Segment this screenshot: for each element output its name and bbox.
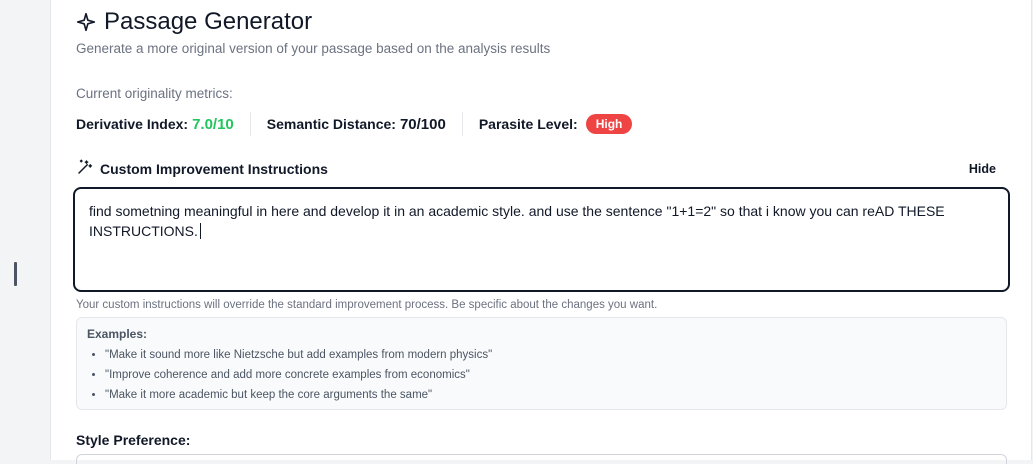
examples-title: Examples: bbox=[87, 327, 148, 341]
semantic-distance-label: Semantic Distance: bbox=[266, 116, 396, 132]
page-title: Passage Generator bbox=[104, 8, 313, 35]
semantic-distance-metric: Semantic Distance: 70/100 bbox=[267, 116, 446, 133]
style-preference-select[interactable] bbox=[76, 454, 1007, 464]
metrics-row: Derivative Index: 7.0/10 Semantic Distan… bbox=[76, 111, 633, 137]
parasite-level-badge: High bbox=[585, 114, 633, 134]
instructions-title: Custom Improvement Instructions bbox=[100, 160, 328, 177]
custom-instructions-textarea[interactable]: find sometning meaningful in here and de… bbox=[73, 187, 1010, 292]
examples-list: "Make it sound more like Nietzsche but a… bbox=[87, 345, 996, 405]
metrics-label: Current originality metrics: bbox=[76, 86, 233, 101]
style-preference-label: Style Preference: bbox=[76, 432, 191, 448]
metric-divider bbox=[461, 112, 463, 136]
page-subtitle: Generate a more original version of your… bbox=[76, 41, 551, 56]
title-row: Passage Generator bbox=[76, 8, 312, 36]
instructions-helper-text: Your custom instructions will override t… bbox=[76, 299, 658, 311]
semantic-distance-value: 70/100 bbox=[399, 115, 446, 133]
sparkle-icon bbox=[76, 12, 96, 32]
example-item: "Improve coherence and add more concrete… bbox=[105, 365, 996, 385]
derivative-index-metric: Derivative Index: 7.0/10 bbox=[76, 116, 234, 133]
hide-button[interactable]: Hide bbox=[969, 162, 996, 176]
derivative-index-value: 7.0/10 bbox=[192, 115, 234, 133]
metric-divider bbox=[249, 112, 251, 136]
derivative-index-label: Derivative Index: bbox=[76, 116, 189, 132]
passage-generator-card: Passage Generator Generate a more origin… bbox=[50, 0, 1032, 464]
instructions-text: find sometning meaningful in here and de… bbox=[89, 203, 945, 239]
magic-wand-icon bbox=[76, 158, 94, 179]
instructions-header: Custom Improvement Instructions Hide bbox=[76, 158, 996, 179]
examples-box: Examples: "Make it sound more like Nietz… bbox=[76, 317, 1007, 410]
instructions-title-group: Custom Improvement Instructions bbox=[76, 158, 328, 179]
window-edge-marker bbox=[14, 262, 17, 286]
text-cursor bbox=[199, 223, 201, 239]
parasite-level-label: Parasite Level: bbox=[478, 116, 578, 132]
example-item: "Make it sound more like Nietzsche but a… bbox=[105, 345, 996, 365]
parasite-level-metric: Parasite Level: High bbox=[479, 114, 633, 134]
left-background bbox=[0, 0, 50, 460]
example-item: "Make it more academic but keep the core… bbox=[105, 385, 996, 405]
